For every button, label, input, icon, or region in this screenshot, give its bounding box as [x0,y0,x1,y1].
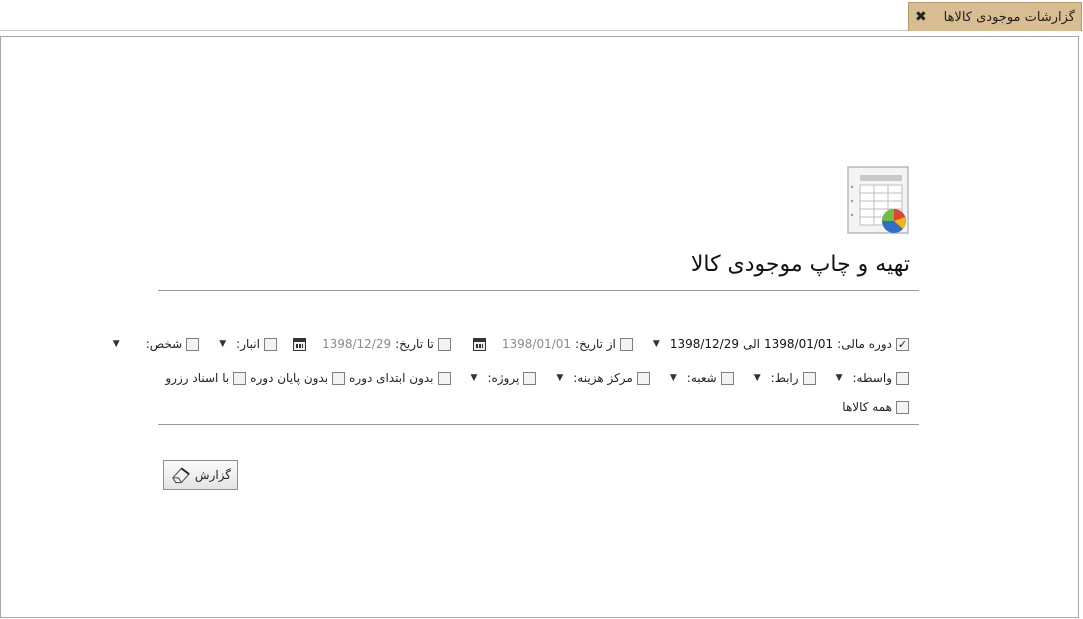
all-goods-checkbox[interactable] [896,400,909,414]
tab-title: گزارشات موجودی کالاها [943,9,1075,25]
warehouse-label: انبار: [236,337,260,351]
all-goods-label: همه کالاها [842,400,892,414]
fiscal-period-dropdown-icon[interactable]: ▼ [653,339,660,349]
fiscal-period-from: 1398/01/01 [764,337,834,351]
report-button-label: گزارش [194,468,231,482]
with-reserve-docs-checkbox[interactable] [233,371,247,385]
with-reserve-docs-label: با اسناد رزرو [165,371,230,385]
to-date-checkbox[interactable] [437,337,451,351]
warehouse-dropdown-icon[interactable]: ▼ [219,339,226,349]
branch-checkbox[interactable] [720,371,734,385]
tab-inventory-reports[interactable]: گزارشات موجودی کالاها ✖ [908,2,1082,31]
no-period-start-checkbox[interactable] [437,371,451,385]
intermediary-checkbox[interactable] [896,371,909,385]
page-title: تهیه و چاپ موجودی کالا [690,252,910,277]
link-label: رابط: [770,371,799,385]
filter-row-dimensions: واسطه: ▼ رابط: ▼ شعبه: ▼ مرکز هزینه: ▼ پ… [165,369,909,387]
divider [158,424,919,425]
fiscal-period-checkbox[interactable]: ✓ [896,337,909,351]
close-icon[interactable]: ✖ [915,10,927,24]
fiscal-period-label: دوره مالی: [837,337,892,351]
cost-center-checkbox[interactable] [636,371,650,385]
filter-row-all-goods: همه کالاها [842,398,909,416]
project-dropdown-icon[interactable]: ▼ [471,373,478,383]
no-period-end-checkbox[interactable] [332,371,346,385]
fiscal-period-sep: الی [743,337,760,351]
link-checkbox[interactable] [802,371,816,385]
person-checkbox[interactable] [186,337,200,351]
project-label: پروژه: [487,371,520,385]
person-dropdown-icon[interactable]: ▼ [113,339,120,349]
no-period-end-label: بدون پایان دوره [250,371,329,385]
cost-center-label: مرکز هزینه: [573,371,633,385]
content-panel [0,36,1079,618]
from-date-input[interactable]: 1398/01/01 [502,337,571,351]
no-period-start-label: بدون ابتدای دوره [349,371,434,385]
divider [158,290,919,291]
warehouse-checkbox[interactable] [263,337,277,351]
link-dropdown-icon[interactable]: ▼ [754,373,761,383]
fiscal-period-to: 1398/12/29 [669,337,739,351]
branch-label: شعبه: [686,371,717,385]
person-label: شخص: [145,337,183,351]
spreadsheet-report-icon [847,166,909,234]
intermediary-label: واسطه: [852,371,892,385]
calendar-icon[interactable] [472,337,486,351]
branch-dropdown-icon[interactable]: ▼ [670,373,677,383]
intermediary-dropdown-icon[interactable]: ▼ [836,373,843,383]
to-date-input[interactable]: 1398/12/29 [322,337,391,351]
eraser-icon [172,467,190,484]
from-date-checkbox[interactable] [619,337,633,351]
project-checkbox[interactable] [523,371,537,385]
tab-bar: گزارشات موجودی کالاها ✖ [0,0,1083,31]
calendar-icon[interactable] [292,337,306,351]
cost-center-dropdown-icon[interactable]: ▼ [556,373,563,383]
from-date-label: از تاریخ: [575,337,616,351]
filter-row-dates: ✓ دوره مالی: 1398/01/01 الی 1398/12/29 ▼… [107,335,909,353]
report-button[interactable]: گزارش [163,460,238,490]
to-date-label: تا تاریخ: [395,337,434,351]
